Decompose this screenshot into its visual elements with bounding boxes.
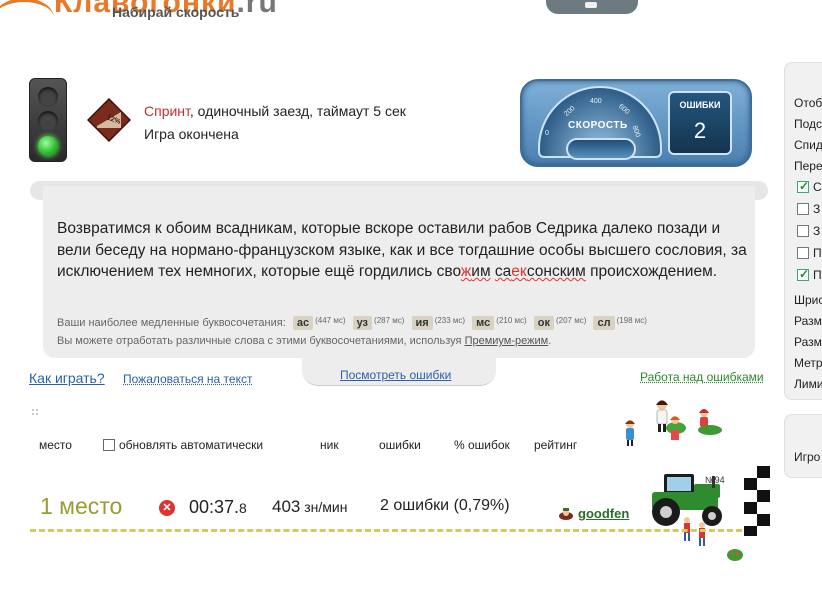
time-main: 00:37. xyxy=(189,497,240,517)
combo-chip: ас xyxy=(292,316,314,330)
spectators-icon xyxy=(625,400,722,446)
premium-link[interactable]: Премиум-режим xyxy=(465,335,549,347)
traffic-light-icon xyxy=(29,78,67,162)
combo-ms: (447 мс) xyxy=(315,316,346,325)
settings-checkbox[interactable] xyxy=(797,179,809,193)
runners-icon xyxy=(684,517,705,546)
speed-value: 403 xyxy=(272,497,301,516)
combo-chip: мс xyxy=(472,316,495,330)
col-errors: ошибки xyxy=(379,438,421,452)
auto-update-label: обновлять автоматически xyxy=(119,438,264,452)
settings-item[interactable]: Подс xyxy=(794,117,822,131)
complain-link[interactable]: Пожаловаться на текст xyxy=(123,372,252,386)
combo-ms: (233 мс) xyxy=(434,316,466,325)
typo-word: саексонским xyxy=(494,263,586,280)
how-to-play-link[interactable]: Как играть? xyxy=(29,370,105,386)
race-description: Спринт, одиночный заезд, таймаут 5 сек xyxy=(144,103,406,119)
logo-swoosh xyxy=(0,0,54,38)
col-nick: ник xyxy=(320,438,339,452)
logo-suffix: .ru xyxy=(236,0,278,19)
top-nav-link-2[interactable] xyxy=(660,0,724,2)
result-speed: 403 зн/мин xyxy=(272,497,347,517)
tagline: Набирай скорость xyxy=(112,4,240,20)
top-nav-tab-indicator xyxy=(585,2,597,8)
combo-ms: (210 мс) xyxy=(496,316,527,325)
combo-ms: (198 мс) xyxy=(616,316,647,325)
settings-item[interactable]: Спид xyxy=(794,138,822,152)
speed-label: СКОРОСТЬ xyxy=(568,120,628,131)
settings-item[interactable]: Метр xyxy=(794,356,822,370)
traffic-lamp-green xyxy=(38,136,58,156)
combo-chip: ок xyxy=(533,316,554,330)
settings-checkbox-label: П xyxy=(813,268,822,282)
speed-unit: зн/мин xyxy=(300,499,348,515)
col-rating: рейтинг xyxy=(534,438,578,452)
view-errors-link[interactable]: Посмотреть ошибки xyxy=(340,368,451,382)
players-label: Игро xyxy=(794,450,821,464)
combo-chip: ия xyxy=(411,316,433,330)
combo-chip: уз xyxy=(352,316,373,330)
practice-end: . xyxy=(548,335,552,347)
player-rank-icon xyxy=(559,508,573,520)
settings-checkbox-label: С xyxy=(813,180,822,194)
traffic-lamp-yellow xyxy=(38,111,58,131)
race-type-link[interactable]: Спринт xyxy=(144,103,190,119)
settings-checkbox-label: З xyxy=(813,202,821,216)
work-on-errors-link[interactable]: Работа над ошибками xyxy=(640,370,764,384)
settings-checkbox[interactable] xyxy=(797,267,809,281)
settings-item[interactable]: Разм xyxy=(794,314,822,328)
grip-icon xyxy=(32,409,38,415)
typo-error: ек xyxy=(511,263,527,280)
settings-item[interactable]: Шрис xyxy=(794,293,822,307)
combo-ms: (207 мс) xyxy=(555,316,587,325)
settings-item[interactable]: Разм xyxy=(794,335,822,349)
settings-item[interactable]: Отоб xyxy=(794,96,822,110)
race-status: Игра окончена xyxy=(144,126,239,142)
settings-checkbox-label: П xyxy=(813,246,822,260)
difficulty-badge-icon: 12% xyxy=(87,98,131,142)
traffic-lamp-red xyxy=(38,87,58,107)
players-panel xyxy=(784,414,822,478)
page: Клавогонки.ru Набирай скорость Отоб Подс… xyxy=(0,0,822,593)
bush-icon xyxy=(727,549,743,561)
close-icon[interactable]: ✕ xyxy=(159,500,175,516)
car-number: №94 xyxy=(705,475,725,485)
settings-checkbox[interactable] xyxy=(797,225,809,237)
text-part: происхождением. xyxy=(585,263,718,280)
typo-word: жим xyxy=(460,263,491,280)
finish-flag-icon xyxy=(744,466,770,536)
gauge-tick: 400 xyxy=(590,98,602,105)
settings-checkbox[interactable] xyxy=(797,247,809,259)
slow-combos: Ваши наиболее медленные буквосочетания: … xyxy=(57,316,647,330)
errors-label: ОШИБКИ xyxy=(679,100,721,110)
race-text: Возвратимся к обоим всадникам, которые в… xyxy=(57,218,747,283)
result-place: 1 место xyxy=(40,493,123,519)
combo-ms: (287 мс) xyxy=(374,316,405,325)
settings-item[interactable]: Пере xyxy=(794,159,822,173)
top-nav-link-3[interactable] xyxy=(762,0,822,2)
top-nav-link-1[interactable] xyxy=(457,0,523,2)
practice-text: Вы можете отработать различные слова с э… xyxy=(57,335,465,347)
race-track-line xyxy=(30,529,742,532)
practice-hint: Вы можете отработать различные слова с э… xyxy=(57,335,551,347)
player-nick-link[interactable]: goodfen xyxy=(578,506,629,521)
settings-checkbox-label: З xyxy=(813,224,821,238)
speed-readout xyxy=(566,138,636,160)
settings-item[interactable]: Лими xyxy=(794,377,822,391)
combo-chip: сл xyxy=(593,316,615,330)
slow-combos-label: Ваши наиболее медленные буквосочетания: xyxy=(57,317,286,329)
col-place: место xyxy=(39,438,72,452)
col-error-pct: % ошибок xyxy=(454,438,510,452)
time-fraction: 8 xyxy=(239,500,247,516)
race-type-desc: , одиночный заезд, таймаут 5 сек xyxy=(189,103,406,119)
settings-checkbox[interactable] xyxy=(797,203,809,215)
errors-value: 2 xyxy=(693,118,707,143)
result-errors: 2 ошибки (0,79%) xyxy=(380,497,510,514)
typo-error: ж xyxy=(460,263,472,280)
auto-update-checkbox[interactable] xyxy=(103,439,115,451)
result-time: 00:37.8 xyxy=(189,497,247,518)
gauge-tick: 0 xyxy=(545,130,549,137)
